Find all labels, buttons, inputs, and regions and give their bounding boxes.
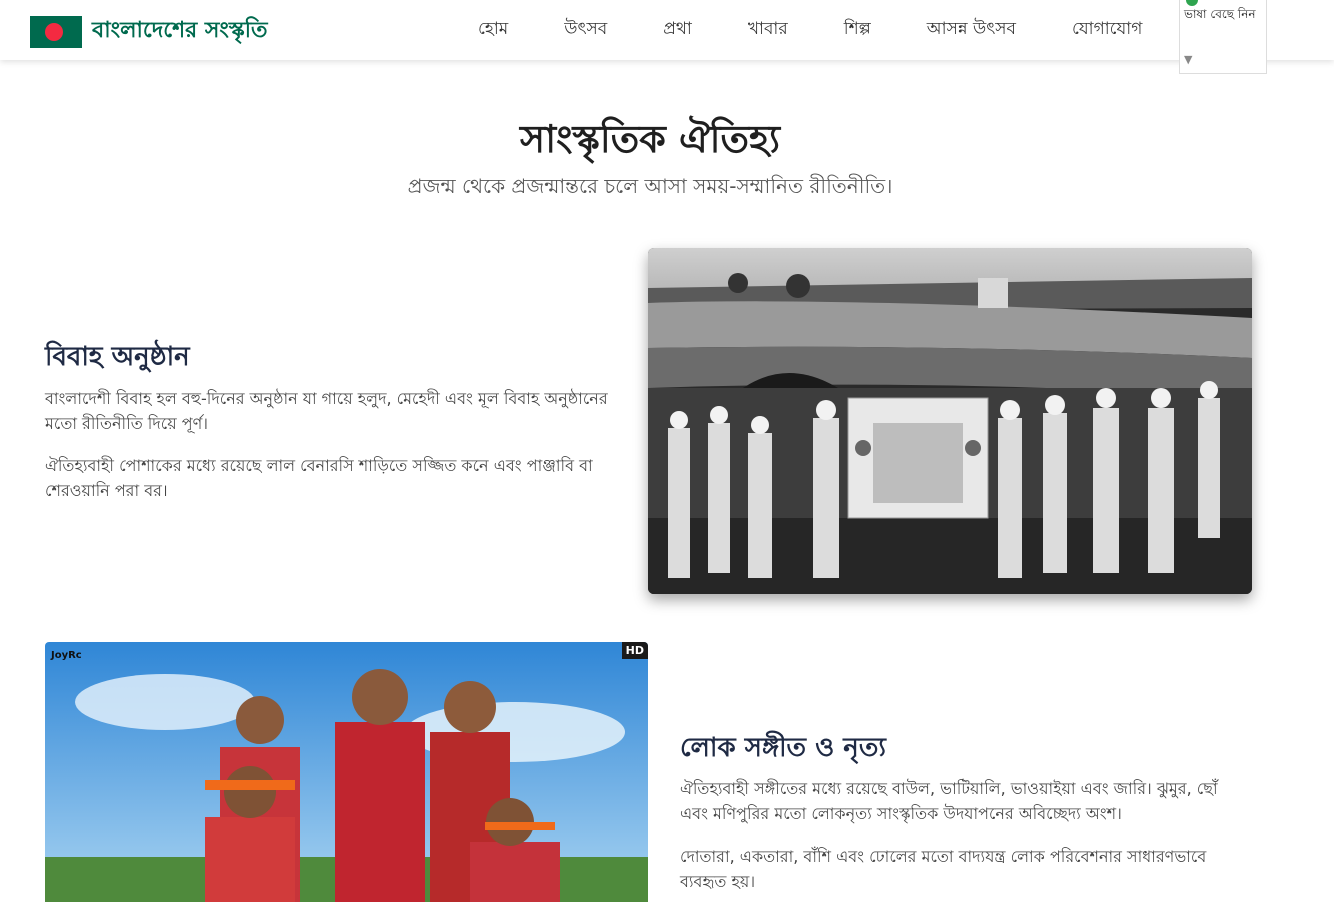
chevron-down-icon[interactable]: ▼: [1184, 53, 1192, 66]
wedding-paragraph-2: ঐতিহ্যবাহী পোশাকের মধ্যে রয়েছে লাল বেনা…: [45, 456, 593, 500]
wedding-heading: বিবাহ অনুষ্ঠান: [45, 342, 190, 372]
nav-upcoming-festivals[interactable]: আসন্ন উৎসব: [927, 16, 1016, 44]
wedding-paragraph-1: বাংলাদেশী বিবাহ হল বহু-দিনের অনুষ্ঠান যা…: [45, 389, 608, 433]
language-select-label: ভাষা বেছে নিন: [1184, 7, 1256, 21]
bangladesh-flag-icon: [30, 15, 82, 48]
main-nav: হোম উৎসব প্রথা খাবার শিল্প আসন্ন উৎসব যো…: [450, 0, 1170, 60]
folk-dance-image: HD JoyRc: [45, 642, 648, 902]
nav-home[interactable]: হোম: [478, 16, 508, 44]
hd-badge: HD: [621, 642, 648, 659]
folk-paragraph-1: ঐতিহ্যবাহী সঙ্গীতের মধ্যে রয়েছে বাউল, ভ…: [680, 779, 1218, 823]
brand-title[interactable]: বাংলাদেশের সংস্কৃতি: [92, 13, 268, 50]
language-select[interactable]: ভাষা বেছে নিন ▼: [1179, 0, 1267, 74]
page-title: সাংস্কৃতিক ঐতিহ্য: [520, 117, 780, 161]
watermark-logo: JoyRc: [51, 650, 82, 661]
nav-food[interactable]: খাবার: [748, 16, 788, 44]
nav-arts[interactable]: শিল্প: [844, 16, 871, 44]
page-subtitle: প্রজন্ম থেকে প্রজন্মান্তরে চলে আসা সময়-…: [407, 174, 893, 198]
site-header: বাংলাদেশের সংস্কৃতি হোম উৎসব প্রথা খাবার…: [0, 0, 1334, 60]
wedding-procession-image: [648, 248, 1252, 594]
site-logo[interactable]: বাংলাদেশের সংস্কৃতি: [30, 13, 268, 50]
folk-heading: লোক সঙ্গীত ও নৃত্য: [680, 733, 886, 763]
nav-customs[interactable]: প্রথা: [663, 16, 692, 44]
folk-paragraph-2: দোতারা, একতারা, বাঁশি এবং ঢোলের মতো বাদ্…: [680, 847, 1207, 891]
nav-festivals[interactable]: উৎসব: [564, 16, 607, 44]
nav-contact[interactable]: যোগাযোগ: [1072, 16, 1142, 44]
